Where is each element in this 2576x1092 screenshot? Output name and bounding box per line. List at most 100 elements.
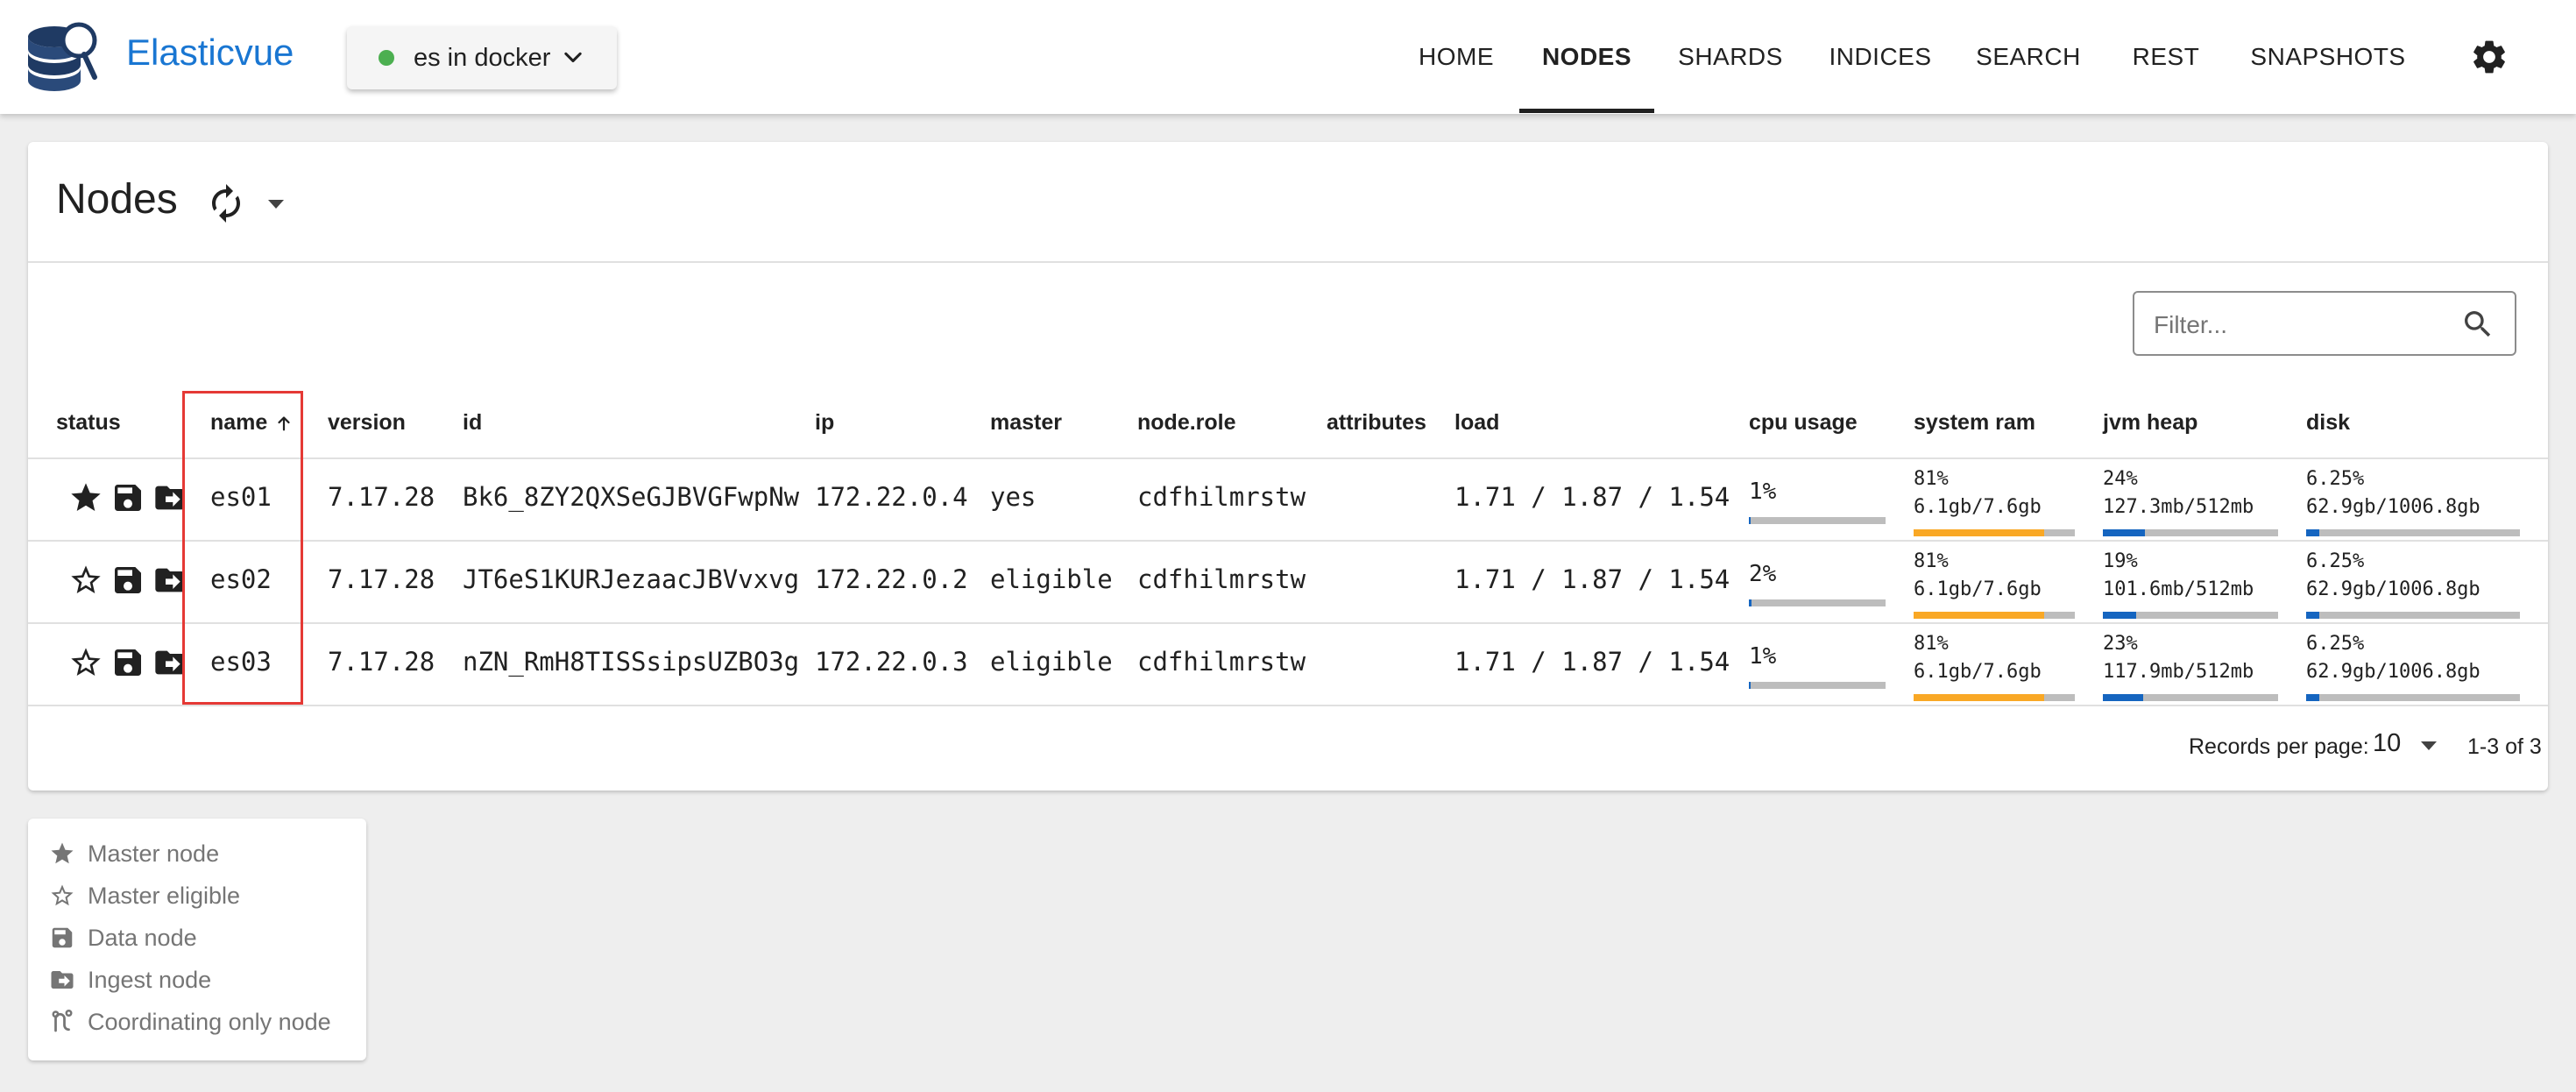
star-filled-icon xyxy=(51,842,74,864)
node-id: nZN_RmH8TISSsipsUZBO3g xyxy=(463,647,800,677)
column-header-disk[interactable]: disk xyxy=(2306,410,2350,436)
legend-item-master-node: Master node xyxy=(49,836,219,871)
nav-search[interactable]: SEARCH xyxy=(1954,0,2103,114)
nav-shards[interactable]: SHARDS xyxy=(1654,0,1807,114)
node-version: 7.17.28 xyxy=(328,647,435,677)
column-header-cpu-usage[interactable]: cpu usage xyxy=(1749,410,1858,436)
records-per-page-label: Records per page: xyxy=(2189,734,2369,759)
nav-nodes[interactable]: NODES xyxy=(1519,0,1654,114)
node-load: 1.71 / 1.87 / 1.54 xyxy=(1454,482,1730,512)
legend: Master node Master eligible Data node In… xyxy=(28,819,366,1060)
save-icon xyxy=(115,649,141,676)
heap-percent: 24% xyxy=(2103,468,2138,490)
star-outline-icon xyxy=(71,648,101,676)
filter-input[interactable] xyxy=(2152,307,2453,344)
legend-item-master-eligible: Master eligible xyxy=(49,878,240,913)
column-header-system-ram[interactable]: system ram xyxy=(1914,410,2035,436)
disk-percent: 6.25% xyxy=(2306,633,2365,655)
jvm-heap-bar xyxy=(2103,694,2278,701)
save-icon xyxy=(115,567,141,593)
node-ip: 172.22.0.3 xyxy=(815,647,968,677)
elasticvue-logo-icon xyxy=(28,22,97,91)
star-outline-icon xyxy=(51,884,74,906)
column-header-attributes[interactable]: attributes xyxy=(1327,410,1426,436)
cluster-selector-button[interactable]: es in docker xyxy=(347,26,617,89)
column-header-jvm-heap[interactable]: jvm heap xyxy=(2103,410,2197,436)
nav-rest[interactable]: REST xyxy=(2103,0,2229,114)
filter-field[interactable] xyxy=(2133,291,2516,356)
node-master: eligible xyxy=(990,647,1113,677)
gear-icon[interactable] xyxy=(2469,37,2509,77)
search-icon[interactable] xyxy=(2460,307,2495,342)
heap-detail: 127.3mb/512mb xyxy=(2103,496,2254,518)
cpu-usage-bar xyxy=(1749,599,1886,606)
ram-percent: 81% xyxy=(1914,550,1949,572)
caret-down-icon[interactable] xyxy=(265,195,287,212)
cpu-usage-bar xyxy=(1749,682,1886,689)
node-ip: 172.22.0.4 xyxy=(815,482,968,512)
node-master: yes xyxy=(990,482,1037,512)
refresh-icon[interactable] xyxy=(205,182,247,224)
system-ram-bar xyxy=(1914,694,2075,701)
nav-indices[interactable]: INDICES xyxy=(1807,0,1954,114)
caret-down-icon[interactable] xyxy=(2418,738,2439,754)
node-version: 7.17.28 xyxy=(328,564,435,594)
node-role: cdfhilmrstw xyxy=(1137,564,1306,594)
folder-arrow-icon xyxy=(51,971,74,989)
jvm-heap-bar xyxy=(2103,612,2278,619)
star-filled-icon xyxy=(71,483,101,511)
legend-label: Master node xyxy=(88,840,220,867)
records-per-page-select[interactable]: 10 xyxy=(2373,729,2401,758)
chevron-down-icon xyxy=(564,52,583,63)
node-role: cdfhilmrstw xyxy=(1137,647,1306,677)
heap-percent: 23% xyxy=(2103,633,2138,655)
highlight-box xyxy=(182,391,303,705)
legend-item-ingest-node: Ingest node xyxy=(49,962,211,997)
save-icon xyxy=(115,485,141,511)
disk-detail: 62.9gb/1006.8gb xyxy=(2306,578,2480,600)
heap-detail: 117.9mb/512mb xyxy=(2103,661,2254,683)
ram-percent: 81% xyxy=(1914,468,1949,490)
disk-percent: 6.25% xyxy=(2306,550,2365,572)
disk-bar xyxy=(2306,529,2520,536)
system-ram-bar xyxy=(1914,612,2075,619)
legend-label: Coordinating only node xyxy=(88,1008,331,1035)
system-ram-bar xyxy=(1914,529,2075,536)
disk-detail: 62.9gb/1006.8gb xyxy=(2306,661,2480,683)
column-header-id[interactable]: id xyxy=(463,410,482,436)
pagination-range: 1-3 of 3 xyxy=(2467,734,2542,759)
app-title[interactable]: Elasticvue xyxy=(126,32,294,74)
divider xyxy=(28,540,2548,542)
cluster-label: es in docker xyxy=(414,43,551,72)
column-header-status[interactable]: status xyxy=(56,410,121,436)
cpu-usage-bar xyxy=(1749,517,1886,524)
jvm-heap-bar xyxy=(2103,529,2278,536)
nav-snapshots[interactable]: SNAPSHOTS xyxy=(2229,0,2427,114)
app-bar: Elasticvue es in docker HOME NODES SHARD… xyxy=(0,0,2576,114)
route-icon xyxy=(52,1009,73,1032)
legend-item-coordinating-node: Coordinating only node xyxy=(49,1004,331,1039)
column-header-load[interactable]: load xyxy=(1454,410,1499,436)
disk-bar xyxy=(2306,612,2520,619)
save-icon xyxy=(52,927,73,948)
legend-item-data-node: Data node xyxy=(49,920,197,955)
disk-detail: 62.9gb/1006.8gb xyxy=(2306,496,2480,518)
node-id: JT6eS1KURJezaacJBVvxvg xyxy=(463,564,800,594)
active-tab-indicator xyxy=(1519,109,1654,113)
page-title: Nodes xyxy=(56,176,178,223)
node-load: 1.71 / 1.87 / 1.54 xyxy=(1454,647,1730,677)
divider xyxy=(28,457,2548,459)
node-id: Bk6_8ZY2QXSeGJBVGFwpNw xyxy=(463,482,800,512)
node-ip: 172.22.0.2 xyxy=(815,564,968,594)
column-header-version[interactable]: version xyxy=(328,410,406,436)
column-header-node-role[interactable]: node.role xyxy=(1137,410,1236,436)
divider xyxy=(28,622,2548,624)
node-master: eligible xyxy=(990,564,1113,594)
heap-percent: 19% xyxy=(2103,550,2138,572)
nav-home[interactable]: HOME xyxy=(1395,0,1518,114)
column-header-ip[interactable]: ip xyxy=(815,410,834,436)
ram-detail: 6.1gb/7.6gb xyxy=(1914,578,2042,600)
cpu-percent: 1% xyxy=(1749,479,1777,505)
nodes-card: Nodes status name version id ip master n… xyxy=(28,142,2548,791)
column-header-master[interactable]: master xyxy=(990,410,1062,436)
